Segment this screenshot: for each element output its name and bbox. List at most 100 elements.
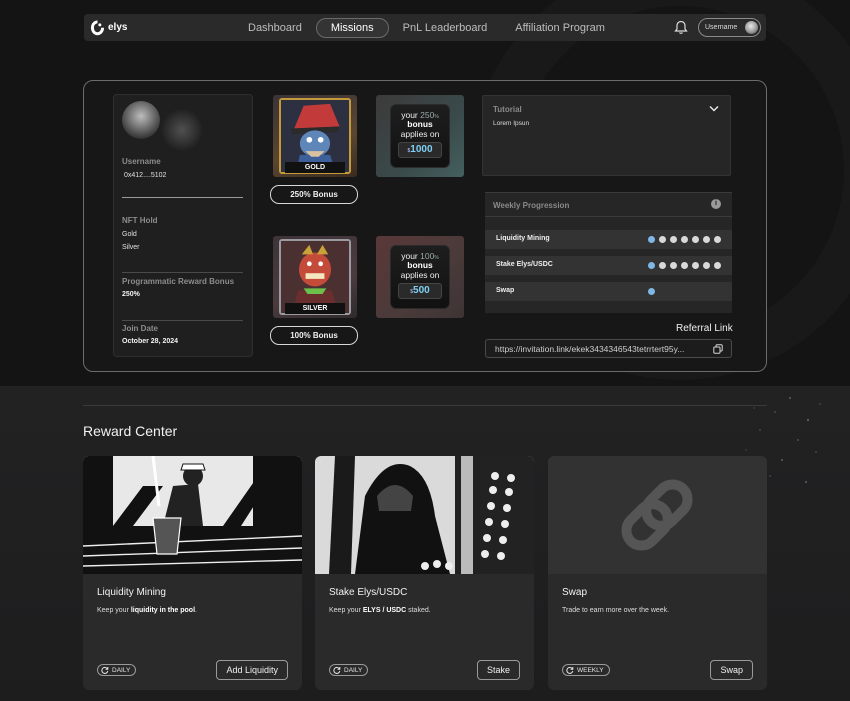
stake-button[interactable]: Stake — [476, 660, 520, 680]
bonus-button-silver[interactable]: 100% Bonus — [270, 326, 358, 345]
progress-dot-pending — [714, 236, 721, 243]
refresh-icon — [333, 666, 341, 674]
reward-card-description: Trade to earn more over the week. — [562, 607, 669, 614]
nft-name-gold: GOLD — [285, 162, 345, 173]
nav-link-pnl-leaderboard[interactable]: PnL Leaderboard — [389, 19, 502, 37]
wallet-address: 0x412....5102 — [124, 172, 167, 179]
nft-name-silver: SILVER — [285, 303, 345, 314]
elys-logo[interactable]: elys — [90, 20, 240, 36]
progress-dot-complete — [648, 288, 655, 295]
frequency-badge: DAILY — [97, 664, 137, 676]
progress-row-liquidity-mining: Liquidity Mining — [485, 230, 732, 249]
weekly-progression: Weekly Progression i Liquidity Mining St… — [485, 192, 732, 313]
frequency-label: DAILY — [344, 666, 363, 674]
reward-bonus-label: Programmatic Reward Bonus — [122, 277, 235, 286]
progress-dot-pending — [659, 236, 666, 243]
progress-dot-pending — [659, 262, 666, 269]
nav-link-affiliation-program[interactable]: Affiliation Program — [501, 19, 619, 37]
progress-dot-pending — [681, 236, 688, 243]
progress-dot-pending — [703, 262, 710, 269]
profile-avatar — [122, 101, 160, 139]
desc-bold-text: ELYS / USDC — [362, 607, 407, 614]
nav-link-missions[interactable]: Missions — [315, 17, 389, 38]
add-liquidity-button[interactable]: Add Liquidity — [216, 660, 288, 680]
bonus-percent-suffix: % — [434, 255, 439, 261]
user-avatar — [745, 21, 758, 34]
weekly-progression-header: Weekly Progression i — [485, 193, 732, 217]
tutorial-text: Lorem Ipsun — [493, 120, 530, 127]
copy-icon[interactable] — [713, 344, 723, 354]
progress-dot-pending — [670, 236, 677, 243]
progress-dots — [648, 236, 725, 243]
reward-card-description: Keep your ELYS / USDC staked. — [329, 607, 431, 614]
bonus-amount-box: $1000 — [398, 142, 442, 158]
user-menu-button[interactable]: Username — [698, 18, 761, 37]
desc-text: Keep your — [97, 607, 131, 614]
info-icon[interactable]: i — [711, 199, 721, 209]
bonus-amount: 1000 — [410, 144, 433, 155]
link-icon — [621, 479, 693, 551]
reward-card-liquidity-mining: Liquidity Mining Keep your liquidity in … — [83, 456, 302, 690]
referral-link-field[interactable]: https://invitation.link/ekek3434346543te… — [485, 339, 732, 358]
progress-row-stake: Stake Elys/USDC — [485, 256, 732, 275]
tutorial-accordion[interactable]: Tutorial Lorem Ipsun — [482, 95, 731, 176]
top-navbar: elys Dashboard Missions PnL Leaderboard … — [84, 14, 766, 41]
progress-row-swap: Swap — [485, 282, 732, 301]
join-date-value: October 28, 2024 — [122, 338, 179, 345]
progress-row-label: Swap — [496, 287, 515, 294]
desc-text: staked. — [406, 607, 431, 614]
reward-card-title: Liquidity Mining — [97, 587, 166, 598]
bonus-word: bonus — [407, 260, 433, 270]
liquidity-mining-illustration — [83, 456, 302, 574]
progress-dot-pending — [703, 236, 710, 243]
bonus-percent-suffix: % — [434, 114, 439, 120]
bonus-tile-panel: your 250% bonus applies on $1000 — [390, 104, 450, 168]
avatar-blur-decoration — [162, 107, 202, 153]
progress-dot-pending — [692, 262, 699, 269]
progress-dots — [648, 288, 659, 295]
tutorial-title: Tutorial — [493, 105, 522, 114]
frequency-label: WEEKLY — [577, 666, 604, 674]
nav-link-dashboard[interactable]: Dashboard — [234, 19, 316, 37]
bonus-applies-on: applies on — [400, 270, 440, 280]
swap-button[interactable]: Swap — [710, 660, 753, 680]
reward-card-stake: Stake Elys/USDC Keep your ELYS / USDC st… — [315, 456, 534, 690]
bonus-tile-panel: your 100% bonus applies on $500 — [390, 245, 450, 309]
progress-dot-pending — [670, 262, 677, 269]
progress-dot-pending — [681, 262, 688, 269]
bonus-tile-silver: your 100% bonus applies on $500 — [376, 236, 464, 318]
bonus-button-gold[interactable]: 250% Bonus — [270, 185, 358, 204]
nft-card-gold[interactable]: GOLD — [273, 95, 357, 177]
reward-card-description: Keep your liquidity in the pool. — [97, 607, 197, 614]
reward-card-title: Swap — [562, 587, 588, 598]
nft-hold-item-silver: Silver — [122, 244, 140, 251]
desc-text: Keep your — [329, 607, 363, 614]
desc-text: . — [195, 607, 197, 614]
bell-icon[interactable] — [674, 20, 688, 35]
section-divider — [83, 405, 767, 406]
swap-illustration — [548, 456, 767, 574]
progress-row-label: Liquidity Mining — [496, 235, 550, 242]
bonus-amount: 500 — [413, 285, 430, 296]
progress-dot-pending — [692, 236, 699, 243]
bonus-amount-box: $500 — [398, 283, 442, 299]
reward-bonus-value: 250% — [122, 291, 140, 298]
nav-links: Dashboard Missions PnL Leaderboard Affil… — [234, 14, 619, 41]
nft-hold-label: NFT Hold — [122, 216, 158, 225]
desc-text: Trade to earn more over the week. — [562, 607, 670, 614]
bonus-applies-on: applies on — [400, 129, 440, 139]
refresh-icon — [101, 666, 109, 674]
frequency-badge: WEEKLY — [562, 664, 610, 676]
nft-card-silver[interactable]: SILVER — [273, 236, 357, 318]
progress-dots — [648, 262, 725, 269]
progress-dot-complete — [648, 236, 655, 243]
refresh-icon — [566, 666, 574, 674]
chevron-down-icon[interactable] — [709, 105, 719, 112]
reward-card-swap: Swap Trade to earn more over the week. W… — [548, 456, 767, 690]
reward-center-title: Reward Center — [83, 423, 178, 439]
stake-illustration — [315, 456, 534, 574]
progress-dot-complete — [648, 262, 655, 269]
username-label: Username — [122, 157, 161, 166]
elys-logo-icon — [90, 20, 105, 35]
bonus-tile-gold: your 250% bonus applies on $1000 — [376, 95, 464, 177]
